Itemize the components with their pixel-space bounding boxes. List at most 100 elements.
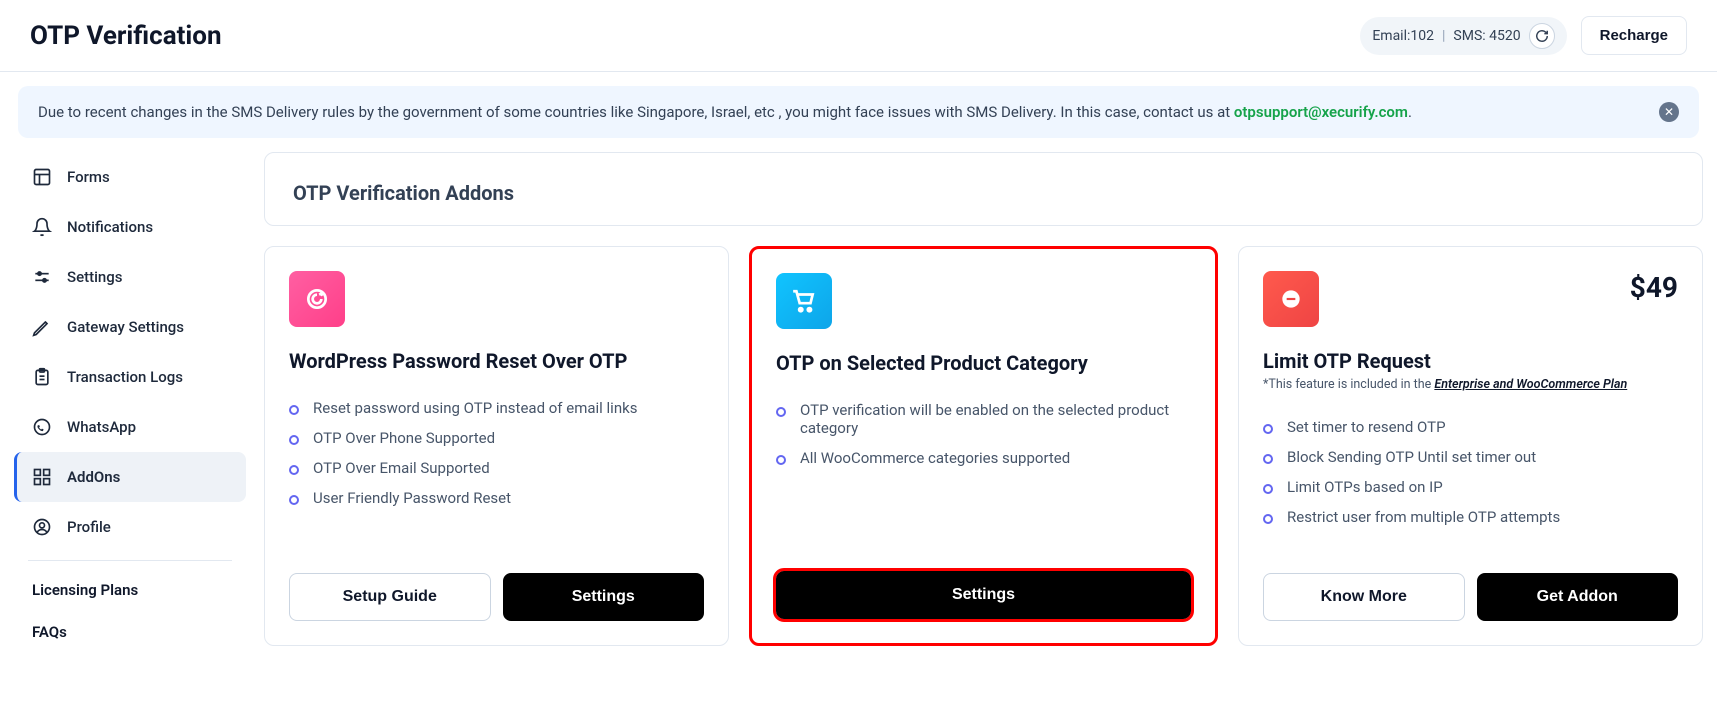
quota-separator: | [1442,28,1445,44]
feature-text: Reset password using OTP instead of emai… [313,399,637,417]
card-actions: Setup Guide Settings [289,553,704,621]
feature-item: Block Sending OTP Until set timer out [1263,442,1678,472]
sidebar-item-transaction-logs[interactable]: Transaction Logs [14,352,246,402]
email-count: 102 [1410,28,1434,44]
refresh-button[interactable] [1529,23,1555,49]
info-banner: Due to recent changes in the SMS Deliver… [18,86,1699,138]
reset-icon [289,271,345,327]
sidebar-item-label: Gateway Settings [67,318,184,336]
feature-text: OTP verification will be enabled on the … [800,401,1191,437]
sidebar-item-settings[interactable]: Settings [14,252,246,302]
sliders-icon [31,266,53,288]
feature-item: Set timer to resend OTP [1263,412,1678,442]
know-more-button[interactable]: Know More [1263,573,1465,621]
get-addon-button[interactable]: Get Addon [1477,573,1679,621]
feature-item: User Friendly Password Reset [289,483,704,513]
bullet-icon [1263,484,1273,494]
sidebar-item-gateway-settings[interactable]: Gateway Settings [14,302,246,352]
banner-email-link[interactable]: otpsupport@xecurify.com [1234,103,1408,121]
feature-text: All WooCommerce categories supported [800,449,1070,467]
sidebar-item-notifications[interactable]: Notifications [14,202,246,252]
sms-count: 4520 [1489,28,1520,44]
sms-quota: SMS: 4520 [1453,28,1520,44]
feature-item: Restrict user from multiple OTP attempts [1263,502,1678,532]
feature-item: OTP verification will be enabled on the … [776,395,1191,443]
feature-text: Limit OTPs based on IP [1287,478,1443,496]
card-actions: Settings [776,551,1191,619]
bullet-icon [776,407,786,417]
card-title: OTP on Selected Product Category [776,351,1191,375]
layout-icon [31,166,53,188]
grid-icon [31,466,53,488]
clipboard-icon [31,366,53,388]
bullet-icon [289,495,299,505]
feature-item: Limit OTPs based on IP [1263,472,1678,502]
card-title: Limit OTP Request [1263,349,1678,373]
bell-icon [31,216,53,238]
bullet-icon [289,405,299,415]
feature-list: Set timer to resend OTP Block Sending OT… [1263,412,1678,532]
settings-button[interactable]: Settings [503,573,705,621]
feature-text: Set timer to resend OTP [1287,418,1446,436]
feature-list: Reset password using OTP instead of emai… [289,393,704,513]
feature-item: All WooCommerce categories supported [776,443,1191,473]
addon-card-product-category: OTP on Selected Product Category OTP ver… [749,246,1218,646]
bullet-icon [1263,454,1273,464]
topbar-right: Email:102 | SMS: 4520 Recharge [1360,16,1687,55]
banner-text-after: . [1408,103,1412,121]
bullet-icon [776,455,786,465]
sub-prefix: *This feature is included in the [1263,377,1434,392]
email-quota: Email:102 [1372,28,1434,44]
feature-item: OTP Over Phone Supported [289,423,704,453]
sms-prefix: SMS: [1453,28,1489,44]
feature-item: Reset password using OTP instead of emai… [289,393,704,423]
card-title: WordPress Password Reset Over OTP [289,349,704,373]
sidebar-item-label: Settings [67,268,123,286]
card-subtitle: *This feature is included in the Enterpr… [1263,377,1678,392]
banner-text: Due to recent changes in the SMS Deliver… [38,103,1412,121]
recharge-button[interactable]: Recharge [1581,16,1687,55]
card-price: $49 [1630,271,1678,304]
layout: Forms Notifications Settings Gateway Set… [0,152,1717,666]
feature-text: Block Sending OTP Until set timer out [1287,448,1536,466]
quota-pill: Email:102 | SMS: 4520 [1360,17,1566,55]
feature-list: OTP verification will be enabled on the … [776,395,1191,473]
main-content: OTP Verification Addons WordPress Passwo… [260,152,1717,666]
refresh-icon [1535,29,1549,43]
feature-text: OTP Over Phone Supported [313,429,495,447]
sidebar-item-label: Forms [67,168,110,186]
bullet-icon [289,435,299,445]
feature-text: Restrict user from multiple OTP attempts [1287,508,1560,526]
sidebar: Forms Notifications Settings Gateway Set… [0,152,260,666]
sidebar-item-profile[interactable]: Profile [14,502,246,552]
sidebar-link-faqs[interactable]: FAQs [14,611,246,653]
sidebar-item-whatsapp[interactable]: WhatsApp [14,402,246,452]
feature-text: OTP Over Email Supported [313,459,490,477]
sidebar-item-addons[interactable]: AddOns [14,452,246,502]
sidebar-item-forms[interactable]: Forms [14,152,246,202]
panel-title: OTP Verification Addons [293,181,1674,205]
bullet-icon [289,465,299,475]
card-actions: Know More Get Addon [1263,553,1678,621]
addon-card-limit-otp: $49 Limit OTP Request *This feature is i… [1238,246,1703,646]
settings-button[interactable]: Settings [776,571,1191,619]
setup-guide-button[interactable]: Setup Guide [289,573,491,621]
nav-separator [28,560,232,561]
email-prefix: Email: [1372,28,1410,44]
sidebar-item-label: Profile [67,518,111,536]
sidebar-item-label: WhatsApp [67,418,136,436]
topbar: OTP Verification Email:102 | SMS: 4520 R… [0,0,1717,72]
feature-text: User Friendly Password Reset [313,489,511,507]
banner-close-button[interactable]: ✕ [1659,102,1679,122]
minus-circle-icon [1263,271,1319,327]
user-icon [31,516,53,538]
sidebar-link-licensing[interactable]: Licensing Plans [14,569,246,611]
cards-row: WordPress Password Reset Over OTP Reset … [264,246,1703,646]
bullet-icon [1263,424,1273,434]
plan-link[interactable]: Enterprise and WooCommerce Plan [1434,377,1627,392]
banner-text-before: Due to recent changes in the SMS Deliver… [38,103,1234,121]
addons-panel: OTP Verification Addons [264,152,1703,226]
bullet-icon [1263,514,1273,524]
sidebar-item-label: AddOns [67,468,120,486]
page-title: OTP Verification [30,21,222,51]
